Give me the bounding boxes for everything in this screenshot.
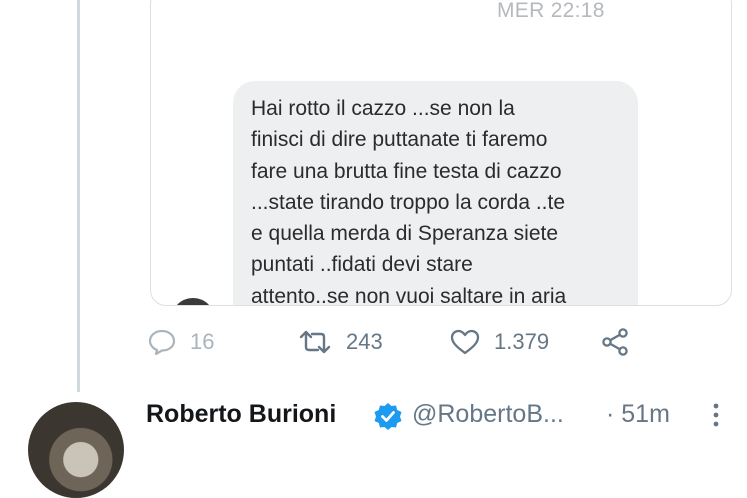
like-button[interactable]: 1.379 (450, 329, 549, 355)
author-handle[interactable]: @RobertoB... (412, 400, 564, 429)
message-line: puntati ..fidati devi stare (251, 253, 473, 277)
tweet-media-screenshot[interactable]: MER 22:18 Hai rotto il cazzo ...se non l… (150, 0, 732, 306)
like-count: 1.379 (494, 329, 550, 354)
tweet-actions-bar: 16 243 1.379 (0, 325, 747, 365)
reply-button[interactable]: 16 (148, 329, 214, 355)
reply-count: 16 (190, 329, 215, 354)
message-line: attento..se non vuoi saltare in aria (251, 284, 567, 306)
more-icon (713, 403, 719, 427)
share-button[interactable] (600, 327, 630, 357)
avatar[interactable] (28, 402, 124, 498)
author-name[interactable]: Roberto Burioni (146, 400, 336, 429)
sender-avatar (171, 298, 215, 305)
retweet-icon (299, 330, 331, 354)
share-icon (602, 328, 628, 356)
message-line: ...state tirando troppo la corda ..te (251, 190, 566, 214)
next-tweet-header: Roberto Burioni @RobertoB... · 51m (0, 396, 747, 498)
message-timestamp: MER 22:18 (497, 0, 605, 22)
like-icon (450, 329, 480, 355)
message-line: Hai rotto il cazzo ...se non la (251, 97, 515, 120)
message-line: finisci di dire puttanate ti faremo (251, 128, 548, 152)
reply-icon (148, 329, 176, 355)
retweet-count: 243 (346, 329, 383, 354)
more-button[interactable] (712, 402, 720, 433)
retweet-button[interactable]: 243 (298, 329, 383, 355)
verified-icon (373, 402, 403, 437)
message-bubble: Hai rotto il cazzo ...se non la finisci … (233, 81, 638, 306)
message-line: fare una brutta fine testa di cazzo (251, 159, 562, 183)
message-line: e quella merda di Speranza siete (251, 222, 559, 246)
tweet-time[interactable]: · 51m (606, 400, 670, 429)
